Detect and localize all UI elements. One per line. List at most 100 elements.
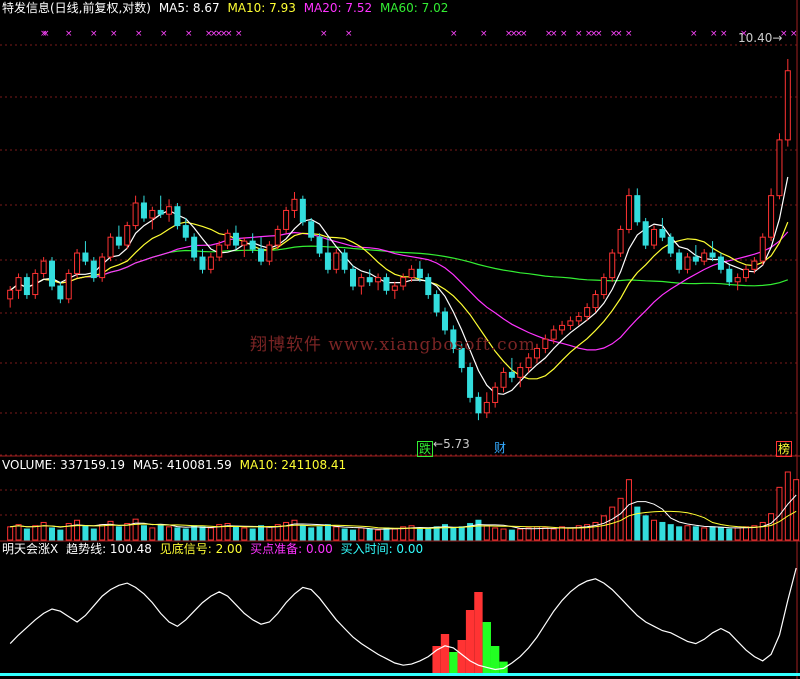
volume-bar — [726, 528, 733, 541]
candle-body — [174, 206, 181, 227]
candle-body — [391, 285, 398, 291]
low-price-value: 5.73 — [443, 437, 470, 451]
candle-body — [383, 277, 390, 291]
candle-body — [625, 195, 632, 230]
volume-bar — [199, 526, 206, 541]
candle-body — [759, 236, 766, 262]
candle-body — [400, 277, 407, 287]
signal-bar — [457, 640, 466, 676]
candle-body — [768, 195, 775, 238]
candle-body — [115, 236, 122, 246]
volume-bar — [500, 528, 507, 541]
signal-bar — [449, 652, 458, 676]
candle-body — [107, 236, 114, 258]
volume-bar — [709, 526, 716, 541]
badge-die[interactable]: 跌 — [417, 441, 434, 457]
signal-x-marker: × — [320, 29, 328, 39]
candle-body — [600, 277, 607, 296]
signal-bar — [465, 610, 475, 676]
volume-bar — [74, 519, 81, 541]
ma20-label: MA20: 7.52 — [303, 1, 373, 15]
volume-bar — [166, 526, 173, 541]
candle-body — [283, 209, 290, 230]
candle-body — [249, 240, 256, 250]
candle-body — [57, 285, 64, 300]
candle-body — [441, 311, 448, 331]
volume-bar — [333, 526, 340, 541]
candle-body — [191, 236, 198, 258]
candle-body — [475, 396, 482, 414]
volume-bar — [559, 526, 566, 541]
candle-body — [659, 228, 666, 238]
volume-ma5-label: MA5: 410081.59 — [132, 458, 232, 472]
signal-x-marker: × — [615, 29, 623, 39]
volume-bar — [717, 527, 724, 541]
volume-bar — [492, 527, 499, 541]
candle-body — [676, 252, 683, 270]
candle-body — [82, 252, 89, 262]
volume-bar — [249, 528, 256, 541]
volume-bar — [542, 527, 549, 541]
candle-body — [743, 268, 750, 279]
candle-body — [166, 206, 173, 215]
candle-body — [15, 277, 22, 291]
volume-bar — [517, 528, 524, 541]
candle-body — [408, 268, 415, 279]
volume-bar — [383, 527, 390, 541]
candle-body — [784, 70, 791, 141]
signal-bar — [490, 646, 500, 676]
indicator-panel-header: 明天会涨X 趋势线: 100.48 见底信号: 2.00 买点准备: 0.00 … — [2, 542, 427, 556]
candle-body — [692, 256, 699, 262]
volume-bar — [266, 526, 273, 541]
candle-body — [199, 256, 206, 270]
signal-bar — [440, 634, 450, 676]
signal-x-marker: × — [185, 29, 193, 39]
volume-bar — [676, 526, 683, 541]
candle-body — [65, 272, 72, 300]
signal-x-marker: × — [225, 29, 233, 39]
volume-bar — [692, 526, 699, 541]
signal-x-marker: × — [135, 29, 143, 39]
volume-bar — [659, 521, 666, 541]
candle-body — [467, 367, 474, 398]
volume-bar — [341, 528, 348, 541]
candle-body — [416, 268, 423, 279]
volume-ma10-label: MA10: 241108.41 — [239, 458, 347, 472]
ma5-label: MA5: 8.67 — [158, 1, 220, 15]
signal-x-marker: × — [595, 29, 603, 39]
candle-body — [492, 386, 499, 403]
trend-label: 趋势线: 100.48 — [66, 542, 152, 556]
candle-body — [182, 225, 189, 238]
candle-body — [584, 307, 591, 317]
volume-bar — [308, 527, 315, 541]
volume-bar — [48, 527, 55, 541]
candle-body — [358, 277, 365, 287]
candle-body — [726, 268, 733, 283]
volume-bar — [600, 515, 607, 541]
candle-body — [542, 338, 549, 349]
volume-bar — [759, 521, 766, 541]
volume-bar — [90, 528, 97, 541]
chart-title: 特发信息(日线,前复权,对数) — [2, 1, 151, 15]
candle-body — [709, 252, 716, 258]
candle-body — [7, 289, 14, 300]
signal-x-marker: × — [560, 29, 568, 39]
volume-bar — [667, 524, 674, 541]
candle-body — [23, 277, 30, 296]
volume-bar — [375, 529, 382, 541]
candle-body — [341, 252, 348, 270]
signal-x-marker: × — [550, 29, 558, 39]
volume-bar — [99, 524, 106, 541]
volume-bar — [651, 519, 658, 541]
high-price-value: 10.40 — [738, 31, 773, 45]
badge-bang[interactable]: 榜 — [776, 441, 793, 457]
volume-bar — [450, 527, 457, 541]
volume-bar — [232, 526, 239, 541]
candle-body — [291, 198, 298, 211]
candle-body — [40, 260, 47, 274]
candle-body — [701, 252, 708, 262]
signal-x-marker: × — [65, 29, 73, 39]
volume-bar — [525, 527, 532, 541]
badge-cai[interactable]: 财 — [493, 441, 507, 455]
volume-bar — [32, 525, 39, 541]
